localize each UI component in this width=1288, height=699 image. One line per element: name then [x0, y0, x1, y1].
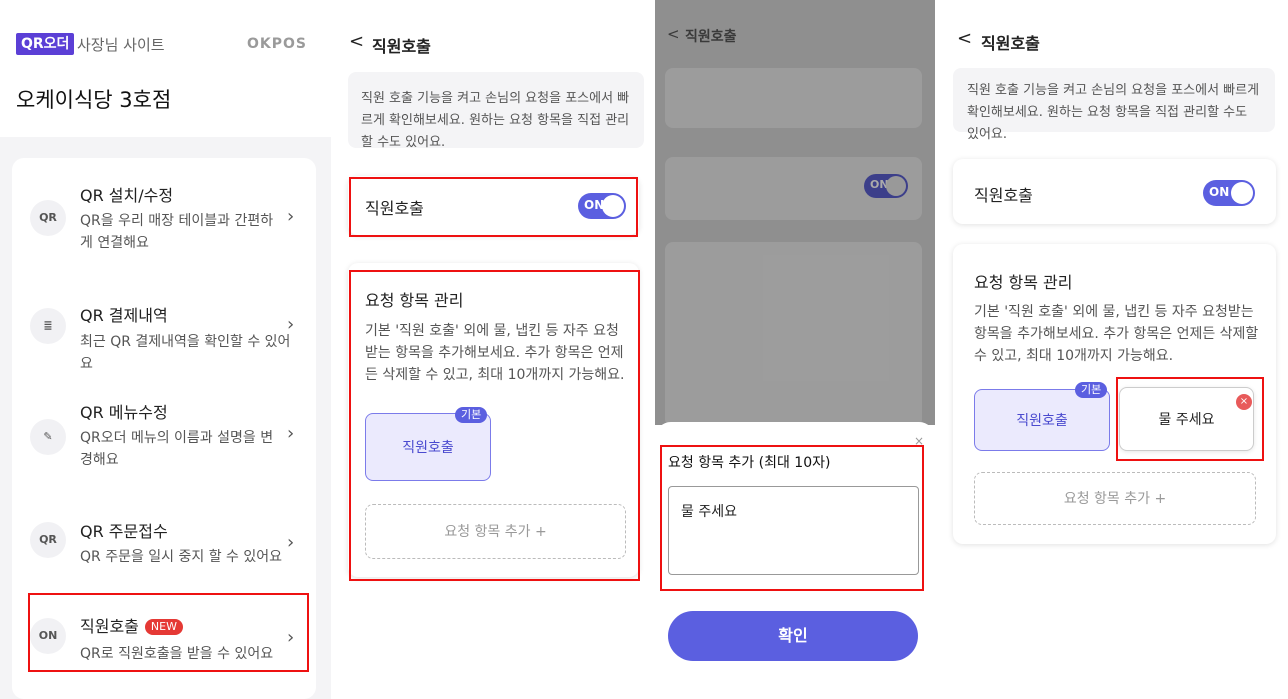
- menu-item-desc: QR 주문을 일시 중지 할 수 있어요: [80, 549, 283, 565]
- toggle-knob: [886, 176, 906, 196]
- default-item-chip[interactable]: 직원호출: [365, 413, 491, 481]
- info-box: 직원 호출 기능을 켜고 손님의 요청을 포스에서 빠르게 확인해보세요. 원하…: [953, 68, 1275, 142]
- menu-item-title: 직원호출 NEW: [80, 613, 183, 637]
- toggle-state: ON: [1209, 185, 1230, 199]
- add-item-dialog-panel: < 직원호출 ON × 요청 항목 추가 (최대 10자) 물 주세요 확인: [655, 0, 935, 699]
- remove-item-icon[interactable]: ×: [1236, 394, 1252, 410]
- info-box: 직원 호출 기능을 켜고 손님의 요청을 포스에서 빠르게 확인해보세요. 원하…: [348, 72, 644, 150]
- menu-item-qr-payments[interactable]: ≣ QR 결제내역 최근 QR 결제내역을 확인할 수 있어요 ›: [12, 276, 316, 381]
- add-item-sheet: × 요청 항목 추가 (최대 10자) 물 주세요 확인: [655, 422, 935, 699]
- section-desc: 기본 '직원 호출' 외에 물, 냅킨 등 자주 요청받는 항목을 추가해보세요…: [365, 323, 625, 383]
- chevron-right-icon: ›: [287, 532, 295, 553]
- dialog-title: 요청 항목 추가 (최대 10자): [668, 455, 831, 471]
- close-icon[interactable]: ×: [914, 434, 924, 448]
- menu-item-desc: QR을 우리 매장 테이블과 간편하게 연결해요: [80, 213, 274, 251]
- staff-call-settings-panel: < 직원호출 직원 호출 기능을 켜고 손님의 요청을 포스에서 빠르게 확인해…: [331, 0, 655, 699]
- toggle-knob: [1231, 182, 1253, 204]
- confirm-button[interactable]: 확인: [668, 611, 918, 661]
- toggle-card: 직원호출 ON: [953, 159, 1276, 224]
- chevron-right-icon: ›: [287, 206, 295, 227]
- back-button: <: [667, 25, 680, 43]
- bell-icon: ON: [30, 618, 66, 654]
- toggle-label: 직원호출: [974, 186, 1033, 205]
- section-title: 요청 항목 관리: [365, 291, 464, 310]
- brand-badge: QR오더: [16, 33, 75, 55]
- store-name: 오케이식당 3호점: [16, 88, 172, 112]
- menu-item-desc: 최근 QR 결제내역을 확인할 수 있어요: [80, 334, 291, 372]
- info-box: [665, 68, 922, 128]
- toggle-card: 직원호출 ON: [348, 176, 639, 235]
- default-tag: 기본: [455, 407, 488, 423]
- menu-item-desc: QR로 직원호출을 받을 수 있어요: [80, 646, 274, 662]
- okpos-logo: OKPOS: [247, 36, 307, 52]
- item-name-input[interactable]: 물 주세요: [668, 486, 919, 575]
- section-title: 요청 항목 관리: [974, 273, 1073, 292]
- menu-item-title: QR 주문접수: [80, 522, 168, 541]
- dimmed-overlay[interactable]: < 직원호출 ON: [655, 0, 935, 427]
- back-button[interactable]: <: [957, 28, 972, 49]
- add-item-button[interactable]: 요청 항목 추가 +: [365, 504, 626, 559]
- store-home-panel: QR오더 사장님 사이트 OKPOS 오케이식당 3호점 QR QR 설치/수정…: [0, 0, 331, 699]
- toggle-knob: [602, 195, 624, 217]
- page-title: 직원호출: [685, 29, 737, 45]
- back-button[interactable]: <: [349, 31, 364, 52]
- chevron-right-icon: ›: [287, 423, 295, 444]
- staff-call-toggle[interactable]: ON: [578, 193, 626, 219]
- chevron-right-icon: ›: [287, 627, 295, 648]
- request-items-card: [665, 242, 922, 427]
- qr-code-icon: QR: [30, 200, 66, 236]
- new-badge: NEW: [144, 619, 183, 635]
- menu-item-qr-orders[interactable]: QR QR 주문접수 QR 주문을 일시 중지 할 수 있어요 ›: [12, 498, 316, 593]
- menu-item-desc: QR오더 메뉴의 이름과 설명을 변경해요: [80, 430, 274, 468]
- menu-item-title: QR 설치/수정: [80, 186, 174, 205]
- staff-call-toggle[interactable]: ON: [1203, 180, 1255, 206]
- menu-item-qr-install[interactable]: QR QR 설치/수정 QR을 우리 매장 테이블과 간편하게 연결해요 ›: [12, 158, 316, 276]
- page-title: 직원호출: [981, 34, 1040, 53]
- staff-call-toggle: ON: [864, 174, 908, 198]
- menu-item-staff-call[interactable]: ON 직원호출 NEW QR로 직원호출을 받을 수 있어요 ›: [12, 593, 316, 699]
- menu-item-qr-menu-edit[interactable]: ✎ QR 메뉴수정 QR오더 메뉴의 이름과 설명을 변경해요 ›: [12, 381, 316, 498]
- toggle-label: 직원호출: [365, 199, 424, 218]
- order-toggle-icon: QR: [30, 522, 66, 558]
- section-desc: 기본 '직원 호출' 외에 물, 냅킨 등 자주 요청받는 항목을 추가해보세요…: [974, 304, 1259, 364]
- added-item-chip[interactable]: 물 주세요: [1119, 387, 1254, 451]
- default-item-chip[interactable]: 직원호출: [974, 389, 1110, 451]
- menu-item-title: QR 결제내역: [80, 306, 168, 325]
- default-tag: 기본: [1075, 382, 1108, 398]
- menu-list: QR QR 설치/수정 QR을 우리 매장 테이블과 간편하게 연결해요 › ≣…: [12, 158, 316, 699]
- add-item-button[interactable]: 요청 항목 추가 +: [974, 472, 1256, 525]
- brand-subtitle: 사장님 사이트: [77, 36, 165, 54]
- request-items-card: 요청 항목 관리 기본 '직원 호출' 외에 물, 냅킨 등 자주 요청받는 항…: [953, 244, 1276, 544]
- page-title: 직원호출: [372, 37, 431, 56]
- receipt-icon: ≣: [30, 308, 66, 344]
- edit-menu-icon: ✎: [30, 419, 66, 455]
- store-header: QR오더 사장님 사이트 OKPOS 오케이식당 3호점: [0, 0, 331, 137]
- chevron-right-icon: ›: [287, 314, 295, 335]
- staff-call-result-panel: < 직원호출 직원 호출 기능을 켜고 손님의 요청을 포스에서 빠르게 확인해…: [935, 0, 1288, 699]
- menu-item-title: QR 메뉴수정: [80, 403, 168, 422]
- request-items-card: 요청 항목 관리 기본 '직원 호출' 외에 물, 냅킨 등 자주 요청받는 항…: [348, 263, 639, 577]
